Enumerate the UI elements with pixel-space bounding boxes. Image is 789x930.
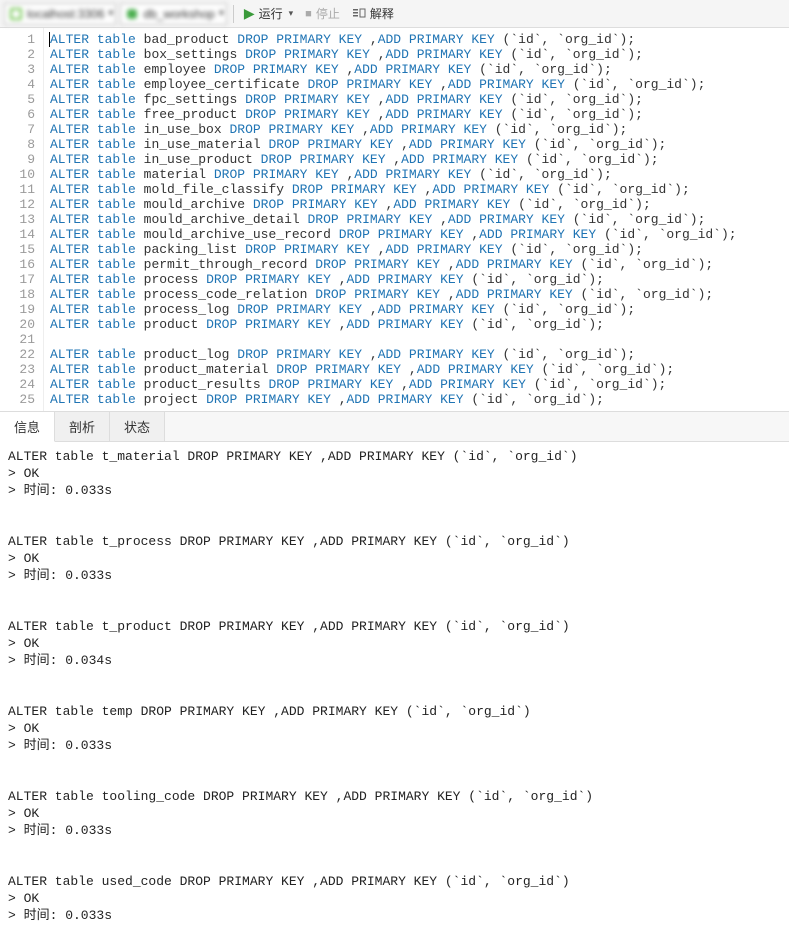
- output-block: ALTER table temp DROP PRIMARY KEY ,ADD P…: [8, 703, 781, 754]
- code-line: ALTER table mould_archive DROP PRIMARY K…: [50, 197, 783, 212]
- line-number: 16: [4, 257, 35, 272]
- run-button[interactable]: ▶ 运行 ▾: [240, 3, 297, 25]
- line-number: 15: [4, 242, 35, 257]
- code-line: ALTER table employee DROP PRIMARY KEY ,A…: [50, 62, 783, 77]
- line-number: 12: [4, 197, 35, 212]
- code-line: ALTER table packing_list DROP PRIMARY KE…: [50, 242, 783, 257]
- explain-icon: [352, 7, 366, 21]
- connection-selector[interactable]: localhost:3306 ▾: [4, 3, 116, 25]
- database-selector[interactable]: db_workshop ▾: [120, 3, 226, 25]
- connection-label: localhost:3306: [27, 7, 104, 21]
- database-icon: [125, 7, 139, 21]
- code-line: ALTER table material DROP PRIMARY KEY ,A…: [50, 167, 783, 182]
- output-block: ALTER table tooling_code DROP PRIMARY KE…: [8, 788, 781, 839]
- result-tabs: 信息 剖析 状态: [0, 412, 789, 442]
- code-area[interactable]: ALTER table bad_product DROP PRIMARY KEY…: [44, 28, 789, 411]
- line-number: 23: [4, 362, 35, 377]
- output-block: ALTER table t_material DROP PRIMARY KEY …: [8, 448, 781, 499]
- line-number: 8: [4, 137, 35, 152]
- code-line: ALTER table in_use_box DROP PRIMARY KEY …: [50, 122, 783, 137]
- line-number: 13: [4, 212, 35, 227]
- line-number: 10: [4, 167, 35, 182]
- code-line: ALTER table product_material DROP PRIMAR…: [50, 362, 783, 377]
- toolbar-separator: [233, 5, 234, 23]
- line-number: 5: [4, 92, 35, 107]
- code-line: ALTER table box_settings DROP PRIMARY KE…: [50, 47, 783, 62]
- line-number: 20: [4, 317, 35, 332]
- chevron-down-icon: ▾: [108, 8, 113, 19]
- code-line: ALTER table permit_through_record DROP P…: [50, 257, 783, 272]
- line-number: 4: [4, 77, 35, 92]
- toolbar: localhost:3306 ▾ db_workshop ▾ ▶ 运行 ▾ ■ …: [0, 0, 789, 28]
- code-line: ALTER table free_product DROP PRIMARY KE…: [50, 107, 783, 122]
- code-line: [50, 332, 783, 347]
- code-line: ALTER table product_log DROP PRIMARY KEY…: [50, 347, 783, 362]
- line-number: 9: [4, 152, 35, 167]
- code-line: ALTER table process_code_relation DROP P…: [50, 287, 783, 302]
- code-line: ALTER table process DROP PRIMARY KEY ,AD…: [50, 272, 783, 287]
- output-panel[interactable]: ALTER table t_material DROP PRIMARY KEY …: [0, 442, 789, 930]
- code-line: ALTER table bad_product DROP PRIMARY KEY…: [50, 32, 783, 47]
- line-number: 17: [4, 272, 35, 287]
- code-line: ALTER table product_results DROP PRIMARY…: [50, 377, 783, 392]
- sql-editor[interactable]: 1234567891011121314151617181920212223242…: [0, 28, 789, 412]
- code-line: ALTER table employee_certificate DROP PR…: [50, 77, 783, 92]
- play-icon: ▶: [244, 5, 255, 22]
- line-number: 18: [4, 287, 35, 302]
- line-number: 1: [4, 32, 35, 47]
- line-number: 11: [4, 182, 35, 197]
- output-block: ALTER table t_process DROP PRIMARY KEY ,…: [8, 533, 781, 584]
- code-line: ALTER table process_log DROP PRIMARY KEY…: [50, 302, 783, 317]
- code-line: ALTER table fpc_settings DROP PRIMARY KE…: [50, 92, 783, 107]
- line-number: 7: [4, 122, 35, 137]
- stop-label: 停止: [316, 5, 340, 22]
- output-block: ALTER table t_product DROP PRIMARY KEY ,…: [8, 618, 781, 669]
- chevron-down-icon: ▾: [219, 8, 224, 19]
- line-number: 19: [4, 302, 35, 317]
- line-number: 3: [4, 62, 35, 77]
- chevron-down-icon: ▾: [289, 8, 294, 19]
- line-number: 24: [4, 377, 35, 392]
- line-number: 22: [4, 347, 35, 362]
- tab-profile[interactable]: 剖析: [55, 412, 110, 441]
- code-line: ALTER table project DROP PRIMARY KEY ,AD…: [50, 392, 783, 407]
- run-label: 运行: [259, 5, 283, 22]
- stop-icon: ■: [305, 8, 312, 20]
- output-block: ALTER table used_code DROP PRIMARY KEY ,…: [8, 873, 781, 924]
- code-line: ALTER table product DROP PRIMARY KEY ,AD…: [50, 317, 783, 332]
- line-number: 25: [4, 392, 35, 407]
- code-line: ALTER table in_use_material DROP PRIMARY…: [50, 137, 783, 152]
- code-line: ALTER table in_use_product DROP PRIMARY …: [50, 152, 783, 167]
- database-label: db_workshop: [143, 7, 214, 21]
- line-number: 2: [4, 47, 35, 62]
- code-line: ALTER table mold_file_classify DROP PRIM…: [50, 182, 783, 197]
- explain-label: 解释: [370, 5, 394, 22]
- line-gutter: 1234567891011121314151617181920212223242…: [0, 28, 44, 411]
- code-line: ALTER table mould_archive_detail DROP PR…: [50, 212, 783, 227]
- line-number: 21: [4, 332, 35, 347]
- explain-button[interactable]: 解释: [348, 3, 398, 25]
- code-line: ALTER table mould_archive_use_record DRO…: [50, 227, 783, 242]
- tab-info[interactable]: 信息: [0, 412, 55, 442]
- stop-button[interactable]: ■ 停止: [301, 3, 344, 25]
- line-number: 14: [4, 227, 35, 242]
- line-number: 6: [4, 107, 35, 122]
- connection-icon: [9, 7, 23, 21]
- tab-status[interactable]: 状态: [110, 412, 165, 441]
